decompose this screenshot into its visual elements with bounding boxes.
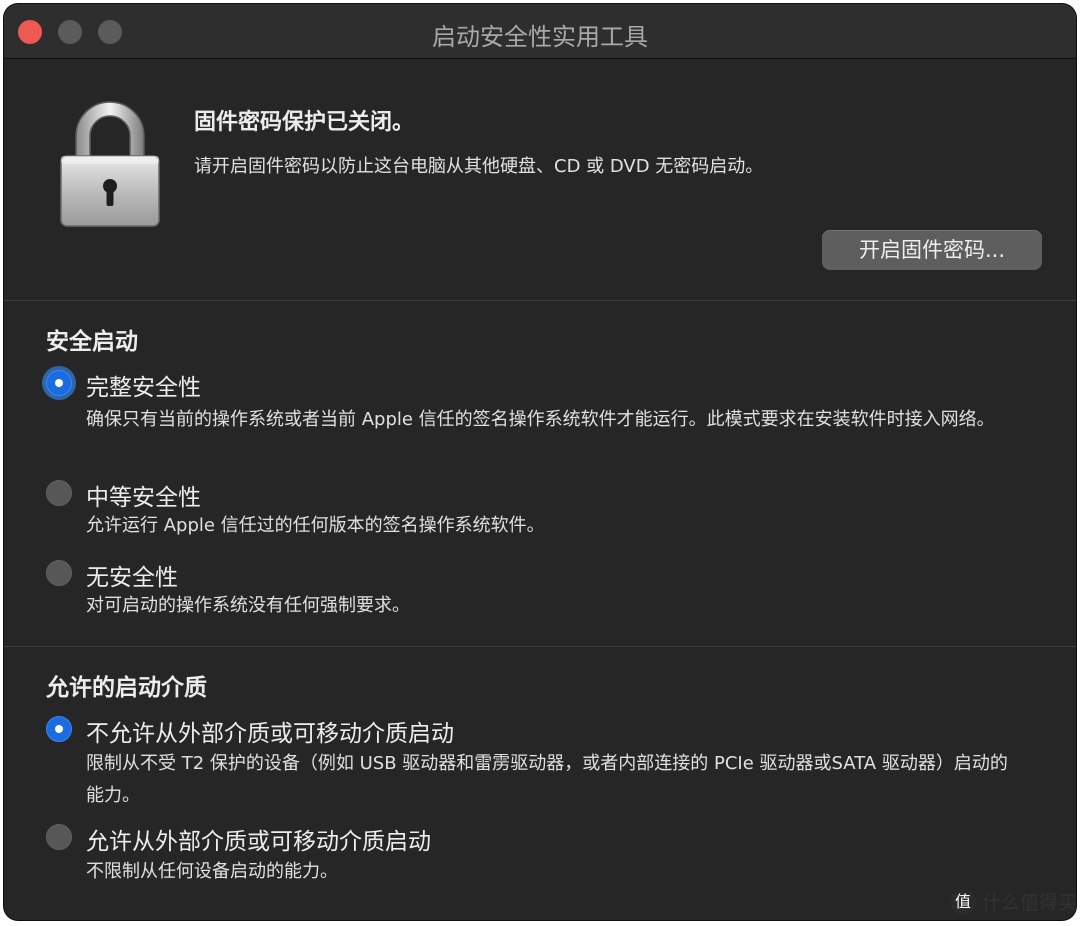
startup-security-window: 启动安全性实用工具 固件密码保护已关闭。 请开启固件密码以防止这台电脑从其他硬盘… — [4, 4, 1076, 920]
medium-security-description: 允许运行 Apple 信任过的任何版本的签名操作系统软件。 — [86, 515, 545, 536]
firmware-description: 请开启固件密码以防止这台电脑从其他硬盘、CD 或 DVD 无密码启动。 — [194, 156, 764, 177]
watermark-logo-icon: 值 — [950, 888, 976, 915]
watermark-text: 什么值得买 — [982, 892, 1078, 914]
window-title: 启动安全性实用工具 — [432, 23, 648, 51]
medium-security-radio[interactable] — [46, 480, 72, 506]
disallow-external-boot-description: 限制从不受 T2 保护的设备（例如 USB 驱动器和雷雳驱动器，或者内部连接的 … — [86, 753, 1008, 806]
allow-external-boot-label[interactable]: 允许从外部介质或可移动介质启动 — [86, 822, 431, 856]
no-security-description: 对可启动的操作系统没有任何强制要求。 — [86, 595, 410, 616]
secure-boot-heading: 安全启动 — [46, 329, 138, 355]
full-security-label[interactable]: 完整安全性 — [86, 368, 201, 402]
turn-on-firmware-password-button[interactable]: 开启固件密码... — [822, 230, 1042, 270]
allow-external-boot-radio[interactable] — [46, 824, 72, 850]
full-security-description: 确保只有当前的操作系统或者当前 Apple 信任的签名操作系统软件才能运行。此模… — [86, 409, 995, 430]
boot-media-heading: 允许的启动介质 — [46, 675, 207, 701]
disallow-external-boot-radio[interactable] — [46, 716, 72, 742]
watermark: 值 什么值得买 — [950, 888, 1077, 915]
divider — [4, 646, 1076, 647]
no-security-radio[interactable] — [46, 560, 72, 586]
no-security-label[interactable]: 无安全性 — [86, 558, 178, 592]
allow-external-boot-description: 不限制从任何设备启动的能力。 — [86, 861, 338, 882]
medium-security-label[interactable]: 中等安全性 — [86, 478, 201, 512]
firmware-status-title: 固件密码保护已关闭。 — [194, 110, 415, 135]
title-bar[interactable]: 启动安全性实用工具 — [4, 4, 1076, 59]
disallow-external-boot-label[interactable]: 不允许从外部介质或可移动介质启动 — [86, 714, 454, 748]
full-security-radio[interactable] — [46, 370, 72, 396]
divider — [4, 300, 1076, 301]
lock-icon — [60, 101, 160, 227]
